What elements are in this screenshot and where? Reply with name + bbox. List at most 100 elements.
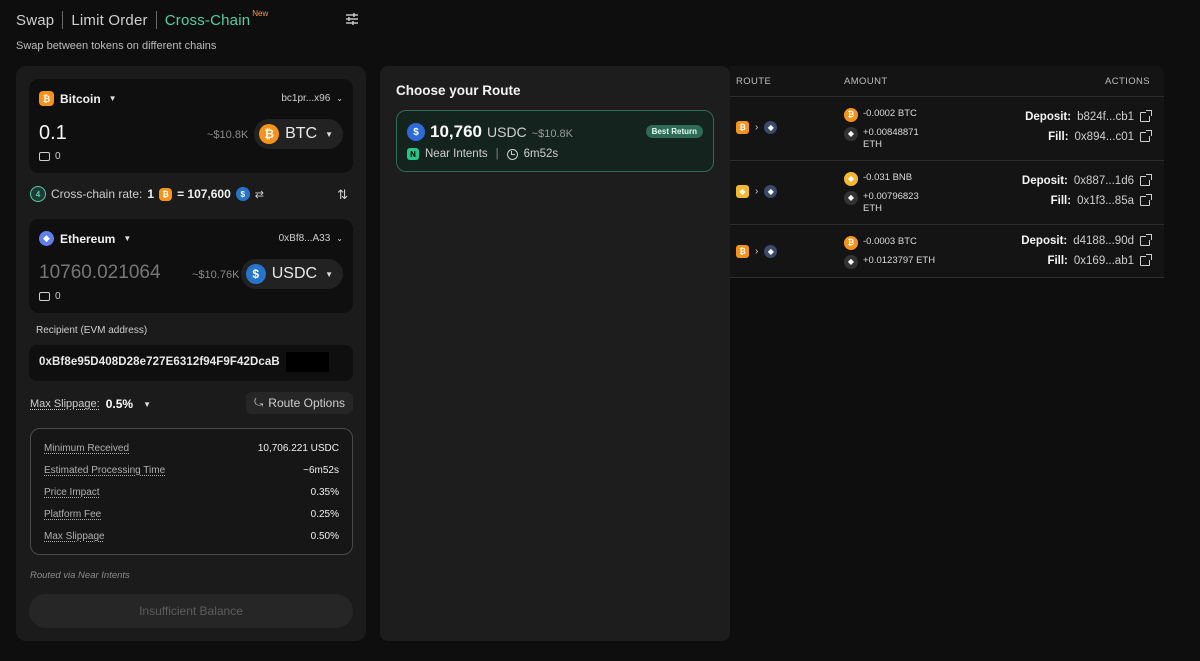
submit-swap-button[interactable]: Insufficient Balance: [29, 594, 353, 628]
chevron-down-icon: ▼: [123, 234, 132, 243]
table-row: ₿ › ◆ ₿ -0.0002 BTC ◆ +0.00848871 ETH De…: [730, 96, 1164, 159]
route-options-button[interactable]: ⤿ Route Options: [246, 392, 353, 414]
bitcoin-icon: ₿: [844, 108, 858, 122]
chevron-right-icon: ›: [755, 122, 759, 133]
rate-value: = 107,600: [177, 187, 231, 201]
to-balance: 0: [39, 291, 61, 302]
to-amount: ◆ +0.0123797 ETH: [844, 255, 935, 269]
detail-value: 0.50%: [310, 531, 339, 542]
near-intents-icon: N: [407, 148, 419, 160]
rate-label: Cross-chain rate:: [51, 187, 143, 201]
ethereum-icon: ◆: [844, 191, 858, 205]
detail-label: Max Slippage: [44, 531, 105, 542]
recipient-label: Recipient (EVM address): [36, 325, 148, 336]
from-token-label: BTC: [285, 125, 318, 142]
slippage-selector[interactable]: Max Slippage: 0.5% ▼: [30, 397, 151, 411]
from-chain-selector[interactable]: ₿ Bitcoin ▼: [39, 91, 117, 106]
to-token-label: USDC: [271, 265, 318, 282]
tab-swap[interactable]: Swap: [16, 12, 54, 29]
redaction-block: [286, 352, 329, 372]
from-token-selector[interactable]: ₿ BTC ▼: [254, 119, 343, 149]
bnb-icon: ◆: [844, 172, 858, 186]
history-table: ROUTE AMOUNT ACTIONS ₿ › ◆ ₿ -0.0002 BTC…: [730, 66, 1164, 278]
chevron-down-icon: ▼: [325, 129, 333, 139]
route-icon: ⤿: [254, 396, 264, 409]
from-address-selector[interactable]: bc1pr...x96 ⌄: [281, 93, 343, 104]
deposit-link[interactable]: Deposit: d4188...90d: [1021, 234, 1152, 247]
from-amount: ◆ -0.031 BNB: [844, 172, 912, 186]
column-header-amount: AMOUNT: [844, 76, 888, 87]
from-chain-label: Bitcoin: [60, 91, 101, 106]
bitcoin-icon: ₿: [736, 121, 749, 134]
tab-cross-chain[interactable]: Cross-Chain: [165, 12, 251, 29]
slippage-value: 0.5%: [105, 397, 134, 411]
rate-from-qty: 1: [147, 187, 155, 201]
fill-link[interactable]: Fill: 0x1f3...85a: [1051, 194, 1152, 207]
from-amount-value: -0.0002 BTC: [863, 108, 917, 119]
deposit-link[interactable]: Deposit: 0x887...1d6: [1021, 174, 1152, 187]
deposit-link[interactable]: Deposit: b824f...cb1: [1025, 110, 1152, 123]
from-amount-value: -0.031 BNB: [863, 172, 913, 183]
to-chain-selector[interactable]: ◆ Ethereum ▼: [39, 231, 131, 246]
to-amount: ◆ +0.00848871 ETH: [844, 127, 919, 151]
recipient-input[interactable]: 0xBf8e95D408D28e727E6312f94F9F42DcaB: [29, 345, 353, 381]
slippage-label: Max Slippage:: [30, 398, 100, 410]
external-link-icon: [1140, 110, 1152, 122]
to-amount-output: 10760.021064: [39, 262, 161, 283]
to-usd-estimate: ~$10.76K: [192, 269, 240, 281]
route-divider: |: [495, 148, 499, 160]
bitcoin-icon: ₿: [736, 245, 749, 258]
from-amount: ₿ -0.0002 BTC: [844, 108, 917, 122]
recipient-address: 0xBf8e95D408D28e727E6312f94F9F42DcaB: [39, 356, 280, 368]
usdc-icon: $: [245, 264, 266, 284]
swap-rate-direction-icon[interactable]: ⇄: [255, 188, 264, 201]
table-row: ₿ › ◆ ₿ -0.0003 BTC ◆ +0.0123797 ETH Dep…: [730, 224, 1164, 278]
from-address: bc1pr...x96: [281, 93, 331, 104]
to-address: 0xBf8...A33: [278, 233, 331, 244]
deposit-label: Deposit:: [1025, 111, 1072, 123]
clock-icon: [506, 148, 518, 160]
route-option-card[interactable]: $ 10,760 USDC ~$10.8K Best Return N Near…: [396, 110, 714, 172]
column-header-route: ROUTE: [736, 76, 772, 87]
route-cell: ◆ › ◆: [736, 185, 778, 198]
page-subtitle: Swap between tokens on different chains: [16, 40, 217, 52]
best-return-badge: Best Return: [645, 125, 703, 138]
detail-row: Platform Fee 0.25%: [44, 509, 339, 520]
external-link-icon: [1140, 130, 1152, 142]
fill-link[interactable]: Fill: 0x894...c01: [1048, 130, 1152, 143]
detail-label: Minimum Received: [44, 443, 130, 454]
route-unit: USDC: [487, 124, 527, 140]
chevron-right-icon: ›: [755, 246, 759, 257]
from-amount-input[interactable]: 0.1: [39, 122, 67, 145]
detail-value: 0.35%: [310, 487, 339, 498]
new-badge: New: [252, 8, 269, 18]
tab-limit-order[interactable]: Limit Order: [71, 12, 147, 29]
fill-label: Fill:: [1048, 131, 1069, 143]
usdc-icon: $: [407, 123, 425, 141]
ethereum-icon: ◆: [844, 255, 858, 269]
route-cell: ₿ › ◆: [736, 245, 778, 258]
ethereum-icon: ◆: [764, 185, 778, 198]
detail-label: Price Impact: [44, 487, 100, 498]
deposit-hash: b824f...cb1: [1077, 111, 1134, 123]
route-usd: ~$10.8K: [531, 128, 573, 140]
wallet-icon: [39, 292, 50, 301]
to-address-selector[interactable]: 0xBf8...A33 ⌄: [279, 233, 343, 244]
deposit-label: Deposit:: [1021, 175, 1068, 187]
deposit-hash: d4188...90d: [1073, 235, 1134, 247]
deposit-label: Deposit:: [1021, 235, 1068, 247]
tab-divider: [62, 11, 64, 29]
fill-hash: 0x169...ab1: [1073, 255, 1134, 267]
sliders-icon[interactable]: [344, 11, 360, 27]
to-amount-value: +0.00848871 ETH: [863, 127, 919, 150]
swap-direction-icon[interactable]: ⇅: [337, 187, 348, 203]
route-amount: 10,760: [430, 122, 482, 141]
to-amount-value: +0.0123797 ETH: [863, 255, 936, 266]
to-token-selector[interactable]: $ USDC ▼: [240, 259, 343, 289]
usdc-icon: $: [235, 187, 250, 201]
fill-link[interactable]: Fill: 0x169...ab1: [1047, 254, 1152, 267]
ethereum-icon: ◆: [39, 231, 54, 246]
chevron-down-icon: ⌄: [336, 234, 343, 243]
column-header-actions: ACTIONS: [1104, 76, 1150, 87]
from-balance: 0: [39, 151, 61, 162]
